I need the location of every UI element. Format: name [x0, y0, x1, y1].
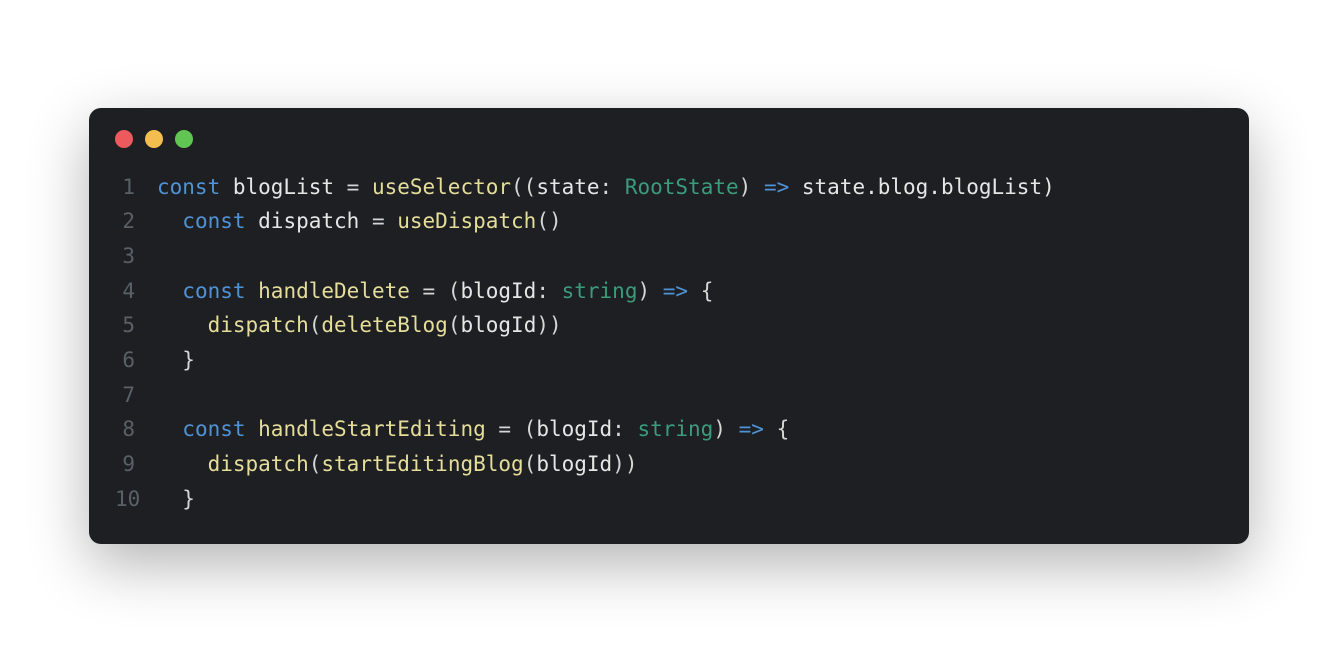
code-token: blogId [460, 279, 536, 303]
code-token: const [157, 175, 233, 199]
code-token: )) [536, 313, 561, 337]
code-token: { [688, 279, 713, 303]
code-token: RootState [625, 175, 739, 199]
code-line-content[interactable]: const handleDelete = (blogId: string) =>… [157, 274, 1223, 309]
line-number: 2 [115, 204, 157, 239]
code-token: = [359, 209, 397, 233]
code-token: blogId [460, 313, 536, 337]
code-line-content[interactable]: } [157, 343, 1223, 378]
code-token [157, 209, 182, 233]
code-token: = ( [486, 417, 537, 441]
code-token: useDispatch [397, 209, 536, 233]
code-token: ) [739, 175, 764, 199]
code-token: ( [448, 313, 461, 337]
code-line[interactable]: 4 const handleDelete = (blogId: string) … [115, 274, 1223, 309]
code-line[interactable]: 9 dispatch(startEditingBlog(blogId)) [115, 447, 1223, 482]
code-token: dispatch [208, 313, 309, 337]
code-token: handleStartEditing [258, 417, 486, 441]
code-line[interactable]: 7 [115, 378, 1223, 413]
code-token: => [764, 175, 789, 199]
code-token: string [562, 279, 638, 303]
code-token: : [612, 417, 637, 441]
code-line-content[interactable]: const dispatch = useDispatch() [157, 204, 1223, 239]
code-token: ( [309, 452, 322, 476]
line-number: 6 [115, 343, 157, 378]
code-line-content[interactable]: const blogList = useSelector((state: Roo… [157, 170, 1223, 205]
code-token: state.blog.blogList) [789, 175, 1055, 199]
line-number: 10 [115, 482, 157, 517]
code-line[interactable]: 8 const handleStartEditing = (blogId: st… [115, 412, 1223, 447]
code-token: : [600, 175, 625, 199]
code-line-content[interactable]: } [157, 482, 1223, 517]
code-token: = ( [410, 279, 461, 303]
code-token: { [764, 417, 789, 441]
line-number: 3 [115, 239, 157, 274]
code-token: ) [713, 417, 738, 441]
line-number: 9 [115, 447, 157, 482]
code-line[interactable]: 2 const dispatch = useDispatch() [115, 204, 1223, 239]
code-token: blogId [536, 452, 612, 476]
code-token: } [157, 487, 195, 511]
code-token: blogId [536, 417, 612, 441]
code-token: string [637, 417, 713, 441]
code-token: startEditingBlog [321, 452, 523, 476]
code-line-content[interactable]: const handleStartEditing = (blogId: stri… [157, 412, 1223, 447]
maximize-icon[interactable] [175, 130, 193, 148]
code-token: () [536, 209, 561, 233]
code-token: ( [524, 452, 537, 476]
minimize-icon[interactable] [145, 130, 163, 148]
code-token: blogList [233, 175, 334, 199]
code-line-content[interactable] [157, 378, 1223, 413]
line-number: 5 [115, 308, 157, 343]
code-editor[interactable]: 1const blogList = useSelector((state: Ro… [89, 158, 1249, 516]
code-token: ( [309, 313, 322, 337]
code-line[interactable]: 1const blogList = useSelector((state: Ro… [115, 170, 1223, 205]
window-titlebar [89, 108, 1249, 158]
code-token: useSelector [372, 175, 511, 199]
code-token: state [536, 175, 599, 199]
code-window: 1const blogList = useSelector((state: Ro… [89, 108, 1249, 544]
code-line-content[interactable]: dispatch(startEditingBlog(blogId)) [157, 447, 1223, 482]
line-number: 8 [115, 412, 157, 447]
code-token: const [182, 417, 258, 441]
code-token: => [663, 279, 688, 303]
code-token: : [536, 279, 561, 303]
code-token: dispatch [208, 452, 309, 476]
code-line[interactable]: 6 } [115, 343, 1223, 378]
code-line-content[interactable]: dispatch(deleteBlog(blogId)) [157, 308, 1223, 343]
line-number: 1 [115, 170, 157, 205]
code-line[interactable]: 10 } [115, 482, 1223, 517]
code-line[interactable]: 5 dispatch(deleteBlog(blogId)) [115, 308, 1223, 343]
code-token: const [182, 209, 258, 233]
code-token [157, 313, 208, 337]
code-token [157, 452, 208, 476]
code-token: = [334, 175, 372, 199]
code-token: => [739, 417, 764, 441]
code-line-content[interactable] [157, 239, 1223, 274]
code-token: dispatch [258, 209, 359, 233]
line-number: 4 [115, 274, 157, 309]
code-token: (( [511, 175, 536, 199]
code-token: handleDelete [258, 279, 410, 303]
code-token: ) [637, 279, 662, 303]
code-token: deleteBlog [321, 313, 447, 337]
code-token [157, 417, 182, 441]
close-icon[interactable] [115, 130, 133, 148]
code-token: } [157, 348, 195, 372]
line-number: 7 [115, 378, 157, 413]
code-line[interactable]: 3 [115, 239, 1223, 274]
code-token: )) [612, 452, 637, 476]
code-token [157, 279, 182, 303]
code-token: const [182, 279, 258, 303]
